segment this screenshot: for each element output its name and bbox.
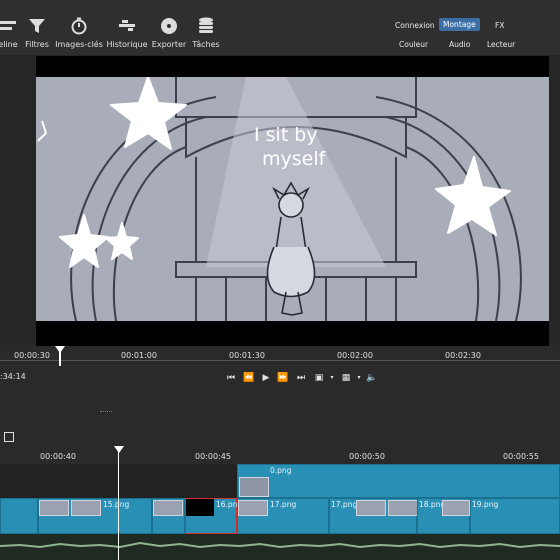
layout-montage-button[interactable]: Montage: [439, 18, 480, 31]
clip-thumbnail: [238, 500, 268, 516]
clip-label: 19.png: [472, 500, 499, 509]
clip-label: 17.png: [331, 500, 358, 509]
timeline-tick: 00:00:55: [503, 452, 539, 461]
clip-14[interactable]: [0, 498, 38, 534]
player-ruler[interactable]: 00:00:30 00:01:00 00:01:30 00:02:00 00:0…: [0, 346, 560, 368]
ruler-tick: 00:01:00: [121, 351, 157, 360]
toolbar-keyframes-button[interactable]: Images-clés: [55, 0, 103, 55]
clip-17b[interactable]: 17.png: [329, 498, 418, 534]
toolbar-keyframes-label: Images-clés: [55, 40, 103, 49]
clip-17a[interactable]: 17.png: [237, 498, 329, 534]
stack-icon: [199, 17, 213, 33]
play-icon[interactable]: ▶: [260, 372, 272, 384]
ruler-tick: 00:02:30: [445, 351, 481, 360]
timeline-menu-icon[interactable]: [4, 432, 14, 442]
timecode-display[interactable]: :34:14: [0, 372, 26, 381]
zoom-dropdown-icon[interactable]: ▾: [326, 372, 338, 384]
toolbar-jobs-label: Tâches: [192, 40, 220, 49]
clip-thumbnail: [153, 500, 183, 516]
grid-dropdown-icon[interactable]: ▾: [353, 372, 365, 384]
layout-audio-button[interactable]: Audio: [445, 38, 474, 51]
toolbar-history-label: Historique: [106, 40, 148, 49]
layout-connexion-button[interactable]: Connexion: [391, 19, 439, 32]
zoom-icon[interactable]: ▣: [313, 372, 325, 384]
caption-line-1: I sit by: [254, 124, 318, 146]
layout-fx-button[interactable]: FX: [491, 19, 508, 32]
layout-lecteur-button[interactable]: Lecteur: [483, 38, 519, 51]
toolbar-history-button[interactable]: Historique: [106, 0, 148, 55]
timeline-tick: 00:00:45: [195, 452, 231, 461]
clip-thumbnail: [71, 500, 101, 516]
grid-icon[interactable]: ▦: [340, 372, 352, 384]
clip-thumbnail: [186, 499, 214, 516]
clip-0[interactable]: 0.png: [237, 464, 560, 498]
rewind-icon[interactable]: ⏪: [243, 372, 255, 384]
timeline-toolbar: [0, 430, 560, 446]
skip-start-icon[interactable]: ⏮: [225, 372, 237, 384]
timeline-tracks: 0.png 15.png 16.png 17.png 17.png 18.png…: [0, 446, 560, 560]
timeline-icon: [0, 21, 16, 30]
video-frame[interactable]: I sit by myself: [36, 77, 549, 321]
ruler-tick: 00:01:30: [229, 351, 265, 360]
timeline-tick: 00:00:50: [349, 452, 385, 461]
fast-forward-icon[interactable]: ⏩: [277, 372, 289, 384]
timeline-playhead-marker[interactable]: [114, 446, 124, 453]
toolbar-export-button[interactable]: Exporter: [151, 0, 187, 55]
disc-icon: [161, 18, 177, 34]
clip-19[interactable]: 19.png: [470, 498, 560, 534]
filter-icon: [29, 19, 45, 33]
clip-16-lead[interactable]: [152, 498, 185, 534]
splitter-handle[interactable]: [100, 411, 112, 413]
toolbar-jobs-button[interactable]: Tâches: [190, 0, 222, 55]
toolbar-timeline-label: eline: [0, 40, 18, 49]
timeline-ruler[interactable]: 00:00:40 00:00:45 00:00:50 00:00:55: [0, 446, 560, 464]
timeline-tick: 00:00:40: [40, 452, 76, 461]
splitter-area: [0, 390, 560, 430]
stopwatch-icon: [71, 17, 87, 35]
ruler-tick: 00:02:00: [337, 351, 373, 360]
clip-label: 0.png: [270, 466, 292, 475]
clip-label: 17.png: [270, 500, 297, 509]
toolbar-export-label: Exporter: [151, 40, 187, 49]
clip-18[interactable]: 18.png: [417, 498, 470, 534]
clip-16-selected[interactable]: 16.png: [185, 498, 242, 534]
clip-15[interactable]: 15.png: [38, 498, 152, 534]
audio-waveform[interactable]: [0, 534, 560, 560]
toolbar-filters-label: Filtres: [25, 40, 49, 49]
clip-thumbnail: [356, 500, 386, 516]
skip-end-icon[interactable]: ⏭: [295, 372, 307, 384]
toolbar-timeline-button[interactable]: eline: [0, 0, 22, 55]
clip-thumbnail: [442, 500, 470, 516]
volume-icon[interactable]: 🔈: [366, 372, 378, 384]
storyboard-drawing: I sit by myself: [37, 77, 522, 321]
clip-thumbnail: [39, 500, 69, 516]
clip-label: 15.png: [103, 500, 130, 509]
caption-line-2: myself: [262, 148, 327, 170]
player-playhead-line: [59, 346, 61, 366]
ruler-tick: 00:00:30: [14, 351, 50, 360]
main-toolbar: eline Filtres Images-clés Historique Exp…: [0, 0, 560, 55]
toolbar-filters-button[interactable]: Filtres: [22, 0, 52, 55]
clip-thumbnail: [388, 500, 418, 516]
timeline-playhead-line: [118, 446, 119, 560]
layout-couleur-button[interactable]: Couleur: [395, 38, 432, 51]
history-icon: [119, 20, 135, 31]
clip-thumbnail: [239, 477, 269, 497]
